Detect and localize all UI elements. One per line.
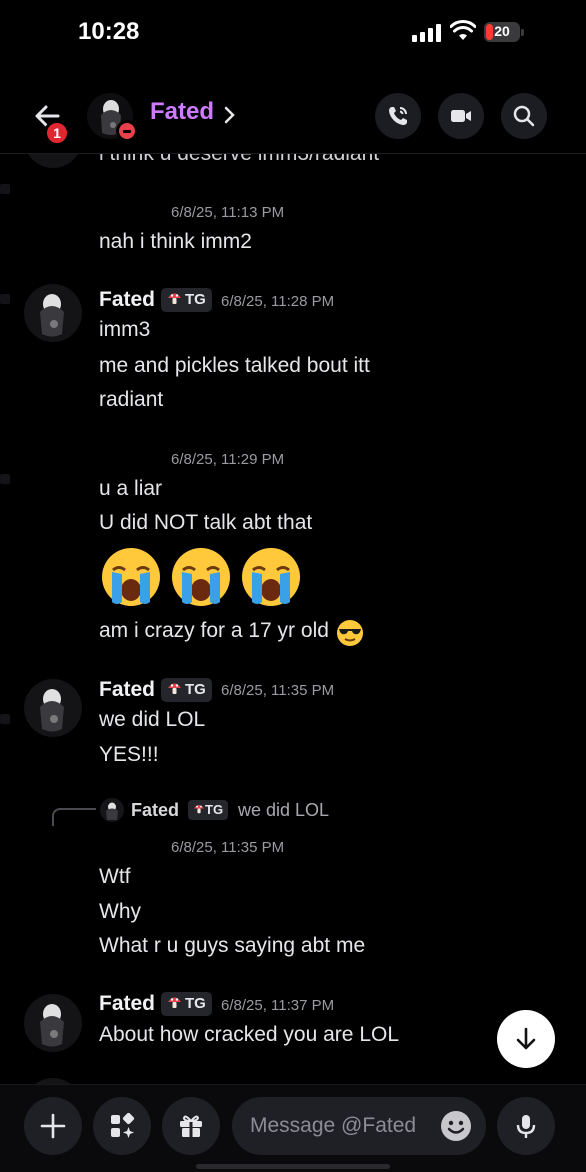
gift-button[interactable] (162, 1097, 220, 1155)
clan-tag[interactable]: TG (161, 678, 212, 702)
reply-avatar[interactable] (100, 798, 124, 822)
video-call-button[interactable] (438, 93, 484, 139)
background-sliver (0, 474, 10, 484)
clan-tag[interactable]: TG (161, 992, 212, 1016)
gift-icon (180, 1115, 202, 1137)
timestamp: 6/8/25, 11:28 PM (221, 293, 335, 310)
loudly-crying-face-emoji[interactable] (100, 546, 162, 608)
clan-tag-text: TG (185, 995, 206, 1012)
mushroom-icon (168, 683, 181, 694)
channel-name[interactable]: Fated (150, 98, 214, 126)
search-icon (513, 105, 535, 127)
search-button[interactable] (501, 93, 547, 139)
jump-to-present-button[interactable] (497, 1010, 555, 1068)
message-text: Why (99, 900, 141, 923)
message-text: nah i think imm2 (99, 230, 252, 253)
reply-preview-text[interactable]: we did LOL (238, 800, 329, 821)
message-text: About how cracked you are LOL (99, 1023, 400, 1046)
signal-icon (412, 24, 442, 42)
avatar[interactable] (24, 284, 82, 342)
avatar[interactable] (24, 154, 82, 168)
message-feed[interactable]: i think u deserve imm3/radiant 6/8/25, 1… (0, 154, 586, 1084)
voice-call-button[interactable] (375, 93, 421, 139)
sunglasses-face-emoji[interactable] (336, 619, 364, 647)
home-indicator (196, 1164, 390, 1169)
message-text: u a liar (99, 477, 163, 500)
message-author[interactable]: Fated (99, 288, 155, 312)
loudly-crying-face-emoji[interactable] (170, 546, 232, 608)
avatar[interactable] (24, 994, 82, 1052)
microphone-icon (516, 1115, 536, 1138)
timestamp: 6/8/25, 11:29 PM (171, 451, 285, 468)
timestamp: 6/8/25, 11:35 PM (171, 839, 285, 856)
message-text: Wtf (99, 865, 131, 888)
battery-icon: 20 (484, 22, 524, 42)
emoji-picker-icon[interactable] (440, 1110, 472, 1142)
background-sliver (0, 294, 10, 304)
add-attachment-button[interactable] (24, 1097, 82, 1155)
chevron-right-icon[interactable] (222, 104, 238, 126)
apps-button[interactable] (93, 1097, 151, 1155)
mushroom-icon (168, 293, 181, 304)
chat-header: 1 Fated (0, 80, 586, 154)
message-text: YES!!! (99, 743, 159, 766)
background-sliver (0, 714, 10, 724)
voice-message-button[interactable] (497, 1097, 555, 1155)
mushroom-icon (168, 997, 181, 1008)
phone-icon (389, 107, 407, 125)
message-text: imm3 (99, 318, 151, 341)
message-text: am i crazy for a 17 yr old (99, 619, 329, 642)
message-text: radiant (99, 388, 164, 411)
timestamp: 6/8/25, 11:35 PM (221, 682, 335, 699)
clan-tag-text: TG (185, 291, 206, 308)
video-camera-icon (451, 110, 471, 122)
message-text: i think u deserve imm3/radiant (99, 154, 379, 166)
message-text: What r u guys saying abt me (99, 934, 366, 957)
clan-tag-text: TG (185, 681, 206, 698)
battery-level: 20 (494, 23, 510, 39)
message-author[interactable]: Fated (99, 678, 155, 702)
clan-tag-text: TG (205, 802, 224, 817)
status-bar: 10:28 20 (0, 0, 586, 66)
message-author[interactable]: Fated (99, 992, 155, 1016)
avatar[interactable] (24, 679, 82, 737)
timestamp: 6/8/25, 11:13 PM (171, 204, 285, 221)
background-sliver (0, 184, 10, 194)
reply-connector (52, 808, 96, 826)
message-text: we did LOL (99, 708, 206, 731)
unread-badge: 1 (44, 120, 70, 146)
dnd-status-icon (116, 120, 138, 142)
reply-clan-tag: TG (188, 800, 229, 820)
clan-tag[interactable]: TG (161, 288, 212, 312)
message-text: U did NOT talk abt that (99, 511, 313, 534)
mushroom-icon (193, 804, 205, 814)
arrow-down-icon (516, 1027, 536, 1050)
plus-icon (40, 1113, 66, 1139)
message-composer (0, 1084, 586, 1172)
reply-author[interactable]: Fated (131, 800, 179, 821)
status-time: 10:28 (78, 18, 140, 45)
wifi-icon (450, 20, 476, 40)
timestamp: 6/8/25, 11:37 PM (221, 997, 335, 1014)
message-text: me and pickles talked bout itt (99, 354, 370, 377)
loudly-crying-face-emoji[interactable] (240, 546, 302, 608)
apps-icon (111, 1112, 135, 1138)
